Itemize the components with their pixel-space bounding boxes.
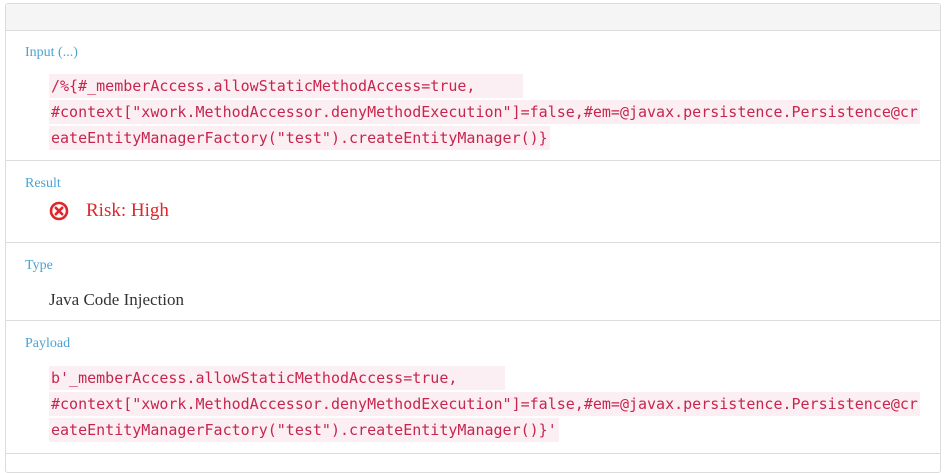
result-label: Result	[25, 176, 61, 191]
input-label[interactable]: Input (...)	[25, 45, 940, 61]
payload-code: b'_memberAccess.allowStaticMethodAccess=…	[49, 365, 921, 443]
payload-value: b'_memberAccess.allowStaticMethodAccess=…	[49, 366, 920, 442]
risk-text: Risk: High	[86, 200, 169, 221]
circle-x-icon	[49, 201, 69, 221]
input-code: /%{#_memberAccess.allowStaticMethodAcces…	[49, 73, 921, 151]
panel-header	[6, 4, 940, 31]
type-row: Type Java Code Injection	[6, 243, 940, 321]
input-row: Input (...) /%{#_memberAccess.allowStati…	[6, 31, 940, 161]
payload-row: Payload b'_memberAccess.allowStaticMetho…	[6, 321, 940, 454]
payload-label: Payload	[25, 336, 71, 351]
risk-indicator: Risk: High	[49, 200, 940, 222]
scan-result-panel: Input (...) /%{#_memberAccess.allowStati…	[5, 3, 941, 473]
input-value: /%{#_memberAccess.allowStaticMethodAcces…	[49, 74, 920, 150]
result-row: Result Risk: High	[6, 161, 940, 243]
type-value: Java Code Injection	[49, 290, 185, 309]
type-label: Type	[25, 258, 53, 273]
